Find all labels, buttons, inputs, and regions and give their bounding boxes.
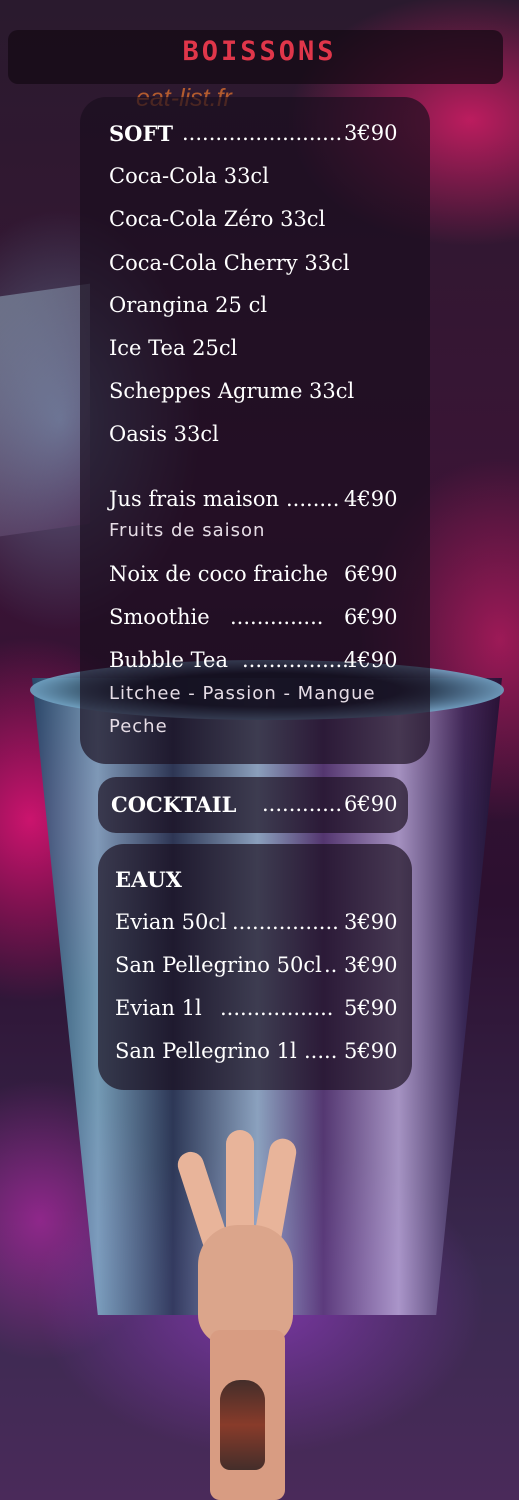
jus-dots: ........	[286, 487, 340, 511]
menu-item: Oasis 33cl	[109, 422, 219, 446]
eaux-item-price: 5€90	[344, 996, 398, 1020]
menu-item: Coca-Cola Cherry 33cl	[109, 251, 350, 275]
eaux-item-label: Evian 50cl	[115, 910, 227, 934]
soft-heading-dots: ........................	[182, 121, 343, 145]
bubble-note: Litchee - Passion - Mangue	[109, 683, 376, 704]
three-fingers-hand-image	[174, 1130, 300, 1500]
menu-item: Coca-Cola Zéro 33cl	[109, 207, 326, 231]
eaux-item-price: 5€90	[344, 1039, 398, 1063]
cocktail-price: 6€90	[344, 792, 398, 816]
menu-item: Coca-Cola 33cl	[109, 164, 269, 188]
eaux-item-label: San Pellegrino 1l	[115, 1039, 297, 1063]
bubble-dots: ................	[242, 648, 349, 672]
tattoo	[220, 1380, 265, 1470]
bubble-label: Bubble Tea	[109, 648, 228, 672]
coco-price: 6€90	[344, 562, 398, 586]
page-title: Boissons	[182, 36, 337, 67]
smoothie-label: Smoothie	[109, 605, 210, 629]
eaux-item-dots: ................	[232, 910, 339, 934]
eaux-heading: EAUX	[115, 867, 182, 892]
eaux-item-label: San Pellegrino 50cl	[115, 953, 322, 977]
eaux-item-dots: .................	[220, 996, 334, 1020]
bubble-price: 4€90	[344, 648, 398, 672]
smoothie-price: 6€90	[344, 605, 398, 629]
eaux-item-dots: .....	[304, 1039, 338, 1063]
jus-price: 4€90	[344, 487, 398, 511]
soft-heading: SOFT	[109, 121, 173, 146]
coco-label: Noix de coco fraiche	[109, 562, 329, 586]
menu-item: Ice Tea 25cl	[109, 336, 238, 360]
smoothie-dots: ..............	[230, 605, 324, 629]
soft-heading-price: 3€90	[344, 121, 398, 145]
glass-image	[0, 283, 90, 537]
eaux-item-price: 3€90	[344, 953, 398, 977]
jus-label: Jus frais maison	[109, 487, 279, 511]
menu-item: Orangina 25 cl	[109, 293, 268, 317]
cocktail-dots: ............	[262, 792, 343, 816]
bubble-note-2: Peche	[109, 716, 168, 737]
menu-item: Scheppes Agrume 33cl	[109, 379, 355, 403]
eaux-item-dots: ..	[324, 953, 338, 977]
jus-note: Fruits de saison	[109, 520, 266, 541]
eaux-item-price: 3€90	[344, 910, 398, 934]
cocktail-label: COCKTAIL	[111, 792, 237, 817]
eaux-item-label: Evian 1l	[115, 996, 202, 1020]
